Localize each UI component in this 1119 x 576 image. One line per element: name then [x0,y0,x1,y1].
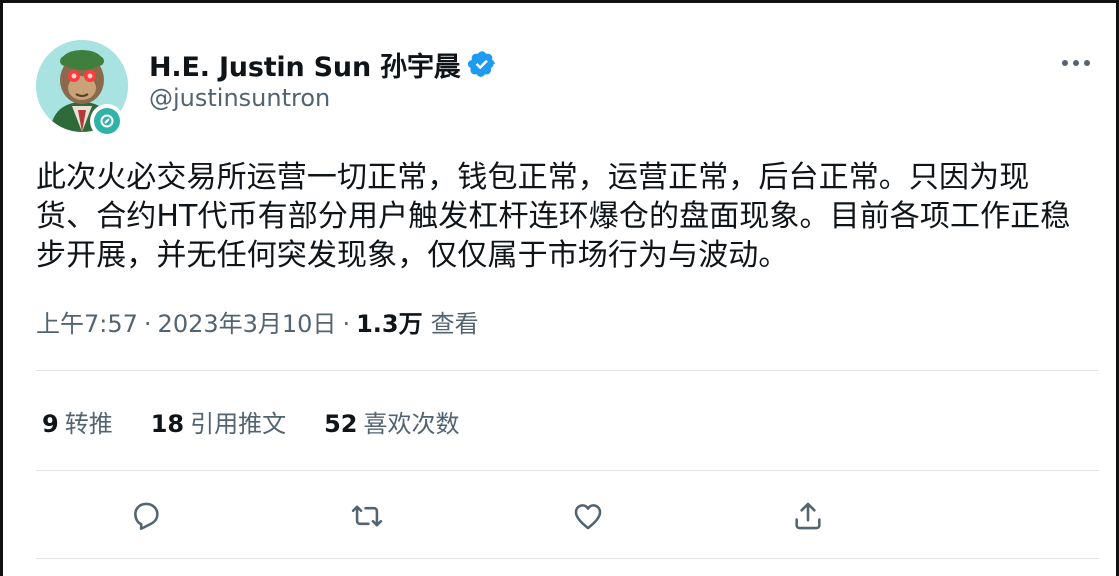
quote-tweets-stat[interactable]: 18 引用推文 [151,404,286,439]
more-options-icon[interactable] [1056,46,1096,80]
views-count: 1.3万 [356,310,423,338]
meta-separator: · [143,310,152,338]
screen-left-edge [0,0,3,576]
tweet-meta: 上午7:57 · 2023年3月10日 · 1.3万 查看 [36,304,479,339]
name-row: H.E. Justin Sun 孙宇晨 [149,44,497,84]
views-label: 查看 [430,310,479,338]
quote-tweets-label: 引用推文 [190,410,287,438]
tweet-text: 此次火必交易所运营一切正常，钱包正常，运营正常，后台正常。只因为现货、合约HT代… [36,160,1071,273]
quote-tweets-count: 18 [150,410,185,438]
tweet-header: H.E. Justin Sun 孙宇晨 @justinsuntron [36,38,1096,138]
likes-label: 喜欢次数 [363,410,460,438]
tweet-time[interactable]: 上午7:57 [36,304,138,339]
likes-count: 52 [324,410,358,438]
retweets-count: 9 [42,410,59,438]
hexagon-nft-icon [94,108,120,134]
like-icon[interactable] [566,494,610,538]
screen-top-edge [0,0,1119,3]
reply-icon[interactable] [124,494,168,538]
divider [36,470,1099,471]
user-handle[interactable]: @justinsuntron [149,84,330,112]
share-icon[interactable] [786,494,830,538]
meta-separator: · [342,310,351,338]
divider [36,370,1099,371]
retweets-label: 转推 [64,410,113,438]
tweet-date[interactable]: 2023年3月10日 [158,304,337,339]
retweets-stat[interactable]: 9 转推 [42,404,113,439]
likes-stat[interactable]: 52 喜欢次数 [324,404,459,439]
engagement-stats: 9 转推 18 引用推文 52 喜欢次数 [42,404,498,439]
avatar-badge [90,104,124,138]
verified-badge-icon[interactable] [467,49,497,79]
retweet-icon[interactable] [345,494,389,538]
action-bar [36,488,1099,544]
divider [36,558,1099,559]
display-name[interactable]: H.E. Justin Sun 孙宇晨 [149,45,461,84]
